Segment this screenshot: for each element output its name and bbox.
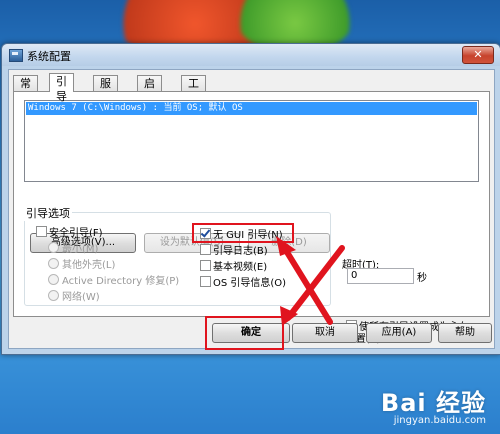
os-boot-info-label: OS 引导信息(O) xyxy=(213,278,287,289)
app-icon xyxy=(9,49,23,62)
safe-boot-box[interactable] xyxy=(36,226,47,237)
network-label: 网络(W) xyxy=(62,292,100,303)
boot-log-label: 引导日志(B) xyxy=(213,246,268,257)
alternate-shell-radio-dot[interactable] xyxy=(48,258,59,269)
os-boot-info-box[interactable] xyxy=(200,276,211,287)
timeout-input[interactable]: 0 xyxy=(347,268,414,284)
dialog-content: 常规 引导 服务 启动 工具 Windows 7 (C:\Windows) : … xyxy=(8,69,495,349)
help-button[interactable]: 帮助 xyxy=(438,323,492,343)
active-directory-radio[interactable]: Active Directory 修复(P) xyxy=(48,272,179,287)
timeout-unit: 秒 xyxy=(417,273,427,284)
system-config-window: 系统配置 ✕ 常规 引导 服务 启动 工具 Windows 7 (C:\Wind… xyxy=(1,43,500,355)
alternate-shell-radio[interactable]: 其他外壳(L) xyxy=(48,256,115,271)
alternate-shell-label: 其他外壳(L) xyxy=(62,260,116,271)
minimal-radio-dot[interactable] xyxy=(48,242,59,253)
tab-startup[interactable]: 启动 xyxy=(137,75,162,105)
tab-general[interactable]: 常规 xyxy=(13,75,38,105)
title-bar[interactable]: 系统配置 ✕ xyxy=(2,44,500,66)
watermark-logo: Bai 经验 xyxy=(380,389,486,417)
boot-log-checkbox[interactable]: 引导日志(B) xyxy=(200,242,268,257)
ok-button[interactable]: 确定 xyxy=(212,323,290,343)
os-list[interactable]: Windows 7 (C:\Windows) : 当前 OS; 默认 OS xyxy=(24,100,479,182)
safe-boot-checkbox[interactable]: 安全引导(F) xyxy=(36,224,103,239)
window-title: 系统配置 xyxy=(27,50,71,63)
base-video-checkbox[interactable]: 基本视频(E) xyxy=(200,258,267,273)
active-directory-radio-dot[interactable] xyxy=(48,274,59,285)
cancel-button[interactable]: 取消 xyxy=(292,323,358,343)
baidu-watermark: Bai 经验 jingyan.baidu.com xyxy=(381,383,486,426)
tab-services[interactable]: 服务 xyxy=(93,75,118,105)
apply-button[interactable]: 应用(A) xyxy=(366,323,432,343)
safe-boot-label: 安全引导(F) xyxy=(49,228,103,239)
network-radio-dot[interactable] xyxy=(48,290,59,301)
os-boot-info-checkbox[interactable]: OS 引导信息(O) xyxy=(200,274,286,289)
no-gui-boot-checkbox[interactable]: 无 GUI 引导(N) xyxy=(200,226,283,241)
tab-boot[interactable]: 引导 xyxy=(49,73,74,103)
boot-options-title: 引导选项 xyxy=(24,205,72,221)
close-button[interactable]: ✕ xyxy=(462,46,494,64)
no-gui-boot-label: 无 GUI 引导(N) xyxy=(213,230,283,241)
boot-log-box[interactable] xyxy=(200,244,211,255)
minimal-label: 最小(M) xyxy=(62,244,99,255)
os-list-item[interactable]: Windows 7 (C:\Windows) : 当前 OS; 默认 OS xyxy=(26,102,477,115)
base-video-box[interactable] xyxy=(200,260,211,271)
tab-tools[interactable]: 工具 xyxy=(181,75,206,105)
active-directory-label: Active Directory 修复(P) xyxy=(62,276,180,287)
base-video-label: 基本视频(E) xyxy=(213,262,268,273)
network-radio[interactable]: 网络(W) xyxy=(48,288,100,303)
watermark-url: jingyan.baidu.com xyxy=(393,415,486,426)
minimal-radio[interactable]: 最小(M) xyxy=(48,240,98,255)
no-gui-boot-box[interactable] xyxy=(200,228,211,239)
